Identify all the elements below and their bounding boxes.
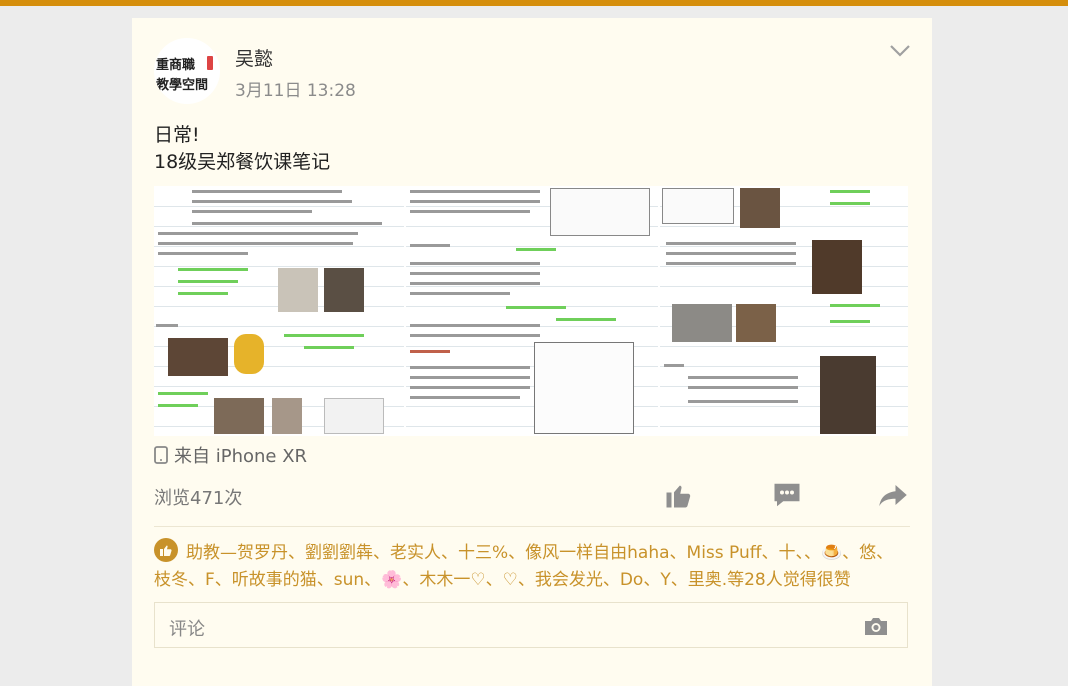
likes-text: 助教—贺罗丹、劉劉劉犇、老实人、十三%、像风一样自由haha、Miss Puff… — [154, 543, 894, 590]
note-photo-3[interactable] — [660, 186, 908, 436]
avatar-seal — [207, 56, 213, 70]
divider — [154, 526, 910, 527]
avatar[interactable]: 重商職 教學空間 — [154, 38, 220, 104]
content-line-1: 日常! — [154, 124, 200, 146]
content-line-2: 18级吴郑餐饮课笔记 — [154, 151, 331, 173]
chevron-down-icon[interactable] — [888, 42, 912, 60]
note-photo-2[interactable] — [406, 186, 658, 436]
note-photo-1[interactable] — [154, 186, 404, 436]
comment-icon[interactable] — [772, 480, 802, 510]
top-accent-bar — [0, 0, 1068, 6]
post-time: 3月11日 13:28 — [235, 81, 356, 101]
avatar-line-2: 教學空間 — [156, 78, 209, 93]
post-card: 重商職 教學空間 吴懿 3月11日 13:28 日常! 18级吴郑餐饮课笔记 来… — [132, 18, 932, 686]
device-source: 来自 iPhone XR — [154, 442, 307, 468]
likes-list[interactable]: 助教—贺罗丹、劉劉劉犇、老实人、十三%、像风一样自由haha、Miss Puff… — [154, 538, 910, 594]
post-images[interactable] — [154, 186, 908, 436]
thumb-up-icon — [154, 538, 178, 562]
post-content: 日常! 18级吴郑餐饮课笔记 — [154, 122, 330, 176]
thumb-up-icon[interactable] — [664, 480, 694, 510]
view-count: 浏览471次 — [154, 488, 243, 509]
device-label: 来自 iPhone XR — [174, 446, 308, 467]
comment-placeholder: 评论 — [169, 619, 205, 640]
author-name[interactable]: 吴懿 — [235, 44, 273, 71]
camera-icon[interactable] — [863, 615, 889, 637]
comment-box[interactable]: 评论 — [154, 602, 908, 648]
share-icon[interactable] — [878, 480, 908, 510]
phone-icon — [154, 446, 168, 464]
